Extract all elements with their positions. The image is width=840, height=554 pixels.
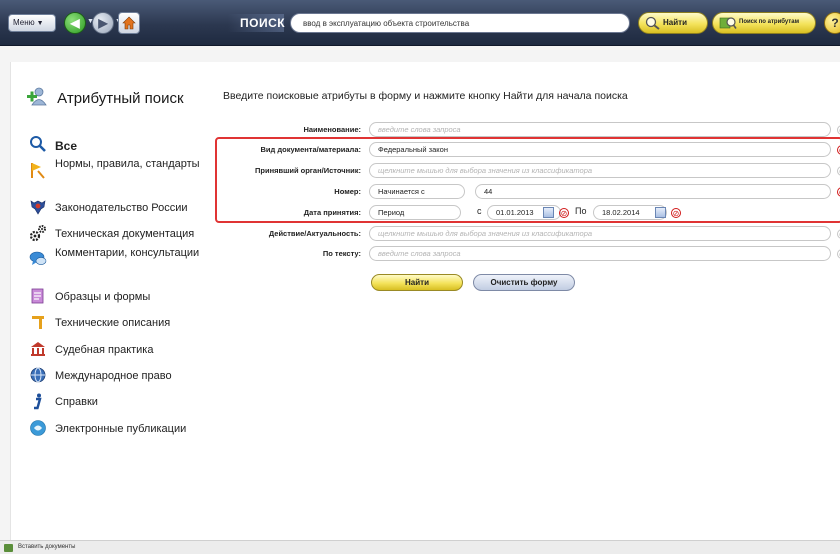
back-button[interactable]: ◀ (64, 12, 86, 34)
magnifier-icon (645, 16, 660, 30)
court-building-icon (31, 341, 45, 356)
sidebar-item-label: Образцы и формы (55, 291, 151, 304)
form-row-name: Наименование: ⊘ (223, 122, 840, 138)
sidebar-item-label: Все (55, 139, 78, 153)
issuer-label: Принявший орган/Источник: (254, 166, 361, 175)
sidebar-item-legislation[interactable]: Законодательство России (23, 195, 219, 221)
number-mode-select[interactable] (369, 184, 465, 199)
sidebar-item-tech-descriptions[interactable]: Технические описания (23, 310, 219, 336)
sidebar-item-label: Техническая документация (55, 228, 195, 241)
find-button[interactable]: Найти (638, 12, 708, 34)
status-bar: Вставить документы (0, 540, 840, 554)
number-input[interactable] (475, 184, 831, 199)
form-row-doc-type: Вид документа/материала: ⊘ (223, 142, 840, 158)
date-to-label: По (575, 206, 587, 216)
issuer-input[interactable] (369, 163, 831, 178)
help-icon: ? (831, 16, 839, 30)
sidebar-item-label: Законодательство России (55, 201, 188, 214)
search-caption: ПОИСК (228, 14, 285, 32)
form-document-icon (31, 288, 44, 304)
sidebar-item-label: Технические описания (55, 317, 171, 330)
technical-description-icon (32, 316, 44, 330)
gears-icon (29, 225, 46, 242)
calendar-icon[interactable] (655, 207, 666, 218)
text-label: По тексту: (322, 249, 361, 258)
clear-icon[interactable]: ⊘ (671, 208, 681, 218)
status-input[interactable] (369, 226, 831, 241)
form-row-text: По тексту: ⊘ (223, 246, 840, 262)
sidebar-item-label: Международное право (55, 369, 172, 382)
form-row-date: Дата принятия: с ⊘ По ⊘ (223, 205, 840, 221)
text-input[interactable] (369, 246, 831, 261)
magnifier-icon (30, 136, 46, 152)
status-label: Действие/Актуальность: (268, 229, 361, 238)
sidebar-item-samples[interactable]: Образцы и формы (23, 284, 219, 310)
sidebar-title-text: Атрибутный поиск (57, 90, 184, 107)
date-label: Дата принятия: (303, 208, 361, 217)
attribute-search-form-area: Введите поисковые атрибуты в форму и наж… (215, 62, 840, 540)
forward-button[interactable]: ▶ (92, 12, 114, 34)
sidebar-title: Атрибутный поиск (25, 86, 184, 107)
sidebar-item-all[interactable]: Все (23, 132, 219, 158)
document-icon (4, 544, 13, 552)
help-button[interactable]: ? (824, 12, 840, 34)
arrow-right-icon: ▶ (98, 16, 108, 30)
info-icon (34, 393, 42, 410)
top-toolbar: Меню▼ ◀ ▼ ▶ ▼ ПОИСК Найти Поиск по атриб… (0, 0, 840, 46)
clear-icon[interactable]: ⊘ (559, 208, 569, 218)
form-row-status: Действие/Актуальность: ⊘ (223, 226, 840, 242)
sidebar-item-label: Справки (55, 396, 98, 409)
sidebar-item-international[interactable]: Международное право (23, 363, 219, 389)
clear-form-button[interactable]: Очистить форму (473, 274, 575, 291)
main-panel: Атрибутный поиск Все Нормы, правила, ста… (10, 62, 840, 540)
attribute-search-icon (719, 17, 737, 29)
person-plus-icon (27, 87, 47, 106)
status-text[interactable]: Вставить документы (18, 544, 75, 550)
doc-type-label: Вид документа/материала: (260, 145, 361, 154)
ruler-flag-icon (31, 163, 45, 179)
speech-bubbles-icon (29, 252, 47, 266)
attribute-search-button[interactable]: Поиск по атрибутам (712, 12, 816, 34)
sidebar-item-comments[interactable]: Комментарии, консультации (23, 247, 219, 284)
date-mode-select[interactable] (369, 205, 461, 220)
sidebar-item-norms[interactable]: Нормы, правила, стандарты (23, 158, 219, 195)
name-label: Наименование: (303, 125, 361, 134)
number-label: Номер: (334, 187, 361, 196)
search-input[interactable] (290, 13, 630, 33)
calendar-icon[interactable] (543, 207, 554, 218)
russian-coat-of-arms-icon (30, 200, 46, 215)
sidebar-item-references[interactable]: Справки (23, 389, 219, 415)
e-publication-icon (30, 419, 46, 436)
date-from-label: с (477, 206, 482, 216)
find-button-label: Найти (663, 18, 687, 27)
home-button[interactable] (118, 12, 140, 34)
sidebar-item-label: Нормы, правила, стандарты (55, 158, 200, 171)
arrow-left-icon: ◀ (70, 16, 80, 30)
sidebar-item-epublications[interactable]: Электронные публикации (23, 416, 219, 442)
sidebar-item-label: Комментарии, консультации (55, 247, 200, 260)
form-find-button[interactable]: Найти (371, 274, 463, 291)
intro-text: Введите поисковые атрибуты в форму и наж… (223, 90, 628, 102)
globe-icon (30, 367, 46, 383)
sidebar-item-tech-docs[interactable]: Техническая документация (23, 221, 219, 247)
name-input[interactable] (369, 122, 831, 137)
menu-label: Меню (13, 18, 35, 27)
doc-type-input[interactable] (369, 142, 831, 157)
sidebar: Атрибутный поиск Все Нормы, правила, ста… (11, 62, 221, 540)
sidebar-category-list: Все Нормы, правила, стандарты Законодате… (23, 132, 219, 442)
home-icon (122, 16, 136, 30)
sidebar-item-label: Электронные публикации (55, 422, 187, 435)
menu-button[interactable]: Меню ▼ (8, 14, 56, 32)
form-row-number: Номер: ⊘ (223, 184, 840, 200)
chevron-down-icon: ▼ (36, 20, 44, 27)
sidebar-item-court[interactable]: Судебная практика (23, 337, 219, 363)
attribute-search-label: Поиск по атрибутам (739, 19, 800, 25)
form-row-issuer: Принявший орган/Источник: ⊘ (223, 163, 840, 179)
sidebar-item-label: Судебная практика (55, 343, 154, 356)
